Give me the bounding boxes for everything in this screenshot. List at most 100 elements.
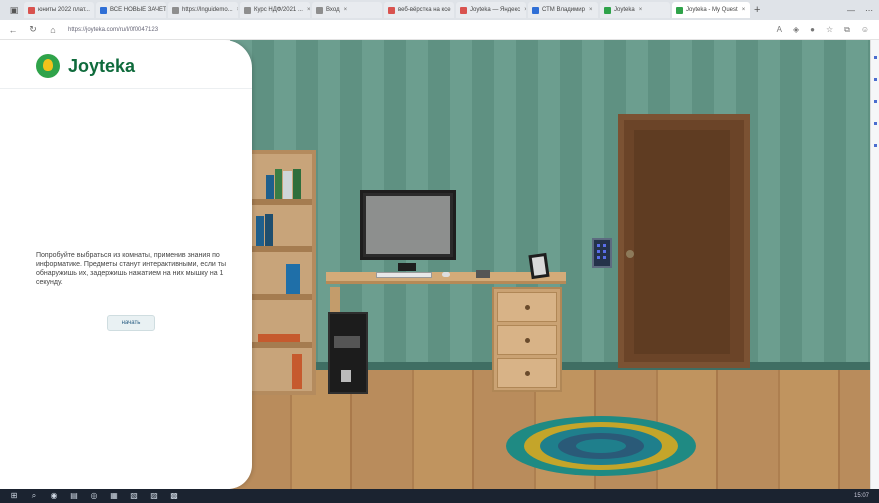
book	[266, 175, 274, 199]
record-icon[interactable]: ●	[810, 25, 815, 35]
side-icon[interactable]	[874, 144, 877, 147]
extension-icon[interactable]: ◈	[793, 25, 799, 35]
shelf	[252, 199, 312, 205]
bookshelf[interactable]	[248, 150, 316, 395]
pc-tower[interactable]	[328, 312, 368, 394]
side-icon[interactable]	[874, 56, 877, 59]
back-icon[interactable]: ←	[6, 25, 20, 35]
read-aloud-icon[interactable]: A	[777, 25, 782, 35]
book	[292, 354, 302, 389]
system-clock[interactable]: 15:07	[854, 493, 879, 499]
browser-tab[interactable]: Joyteka ×	[600, 2, 670, 18]
door-knob[interactable]	[626, 250, 634, 258]
side-icon[interactable]	[874, 78, 877, 81]
browser-tab[interactable]: Joyteka — Яндекс ×	[456, 2, 526, 18]
browser-tab[interactable]: ВСЕ НОВЫЕ ЗАЧЕТ...×	[96, 2, 166, 18]
book-group[interactable]	[292, 354, 304, 389]
side-icon[interactable]	[874, 122, 877, 125]
drawer-bottom[interactable]	[497, 358, 557, 388]
pc-power-button	[341, 370, 351, 382]
browser-tab[interactable]: Курс НДФ/2021 ... ×	[240, 2, 310, 18]
mouse[interactable]	[442, 272, 450, 277]
collections-icon[interactable]: ⧉	[844, 25, 850, 35]
browser-tab[interactable]: веб-вёрстка на ксе×	[384, 2, 454, 18]
door-keypad[interactable]	[592, 238, 612, 268]
browser-tab[interactable]: Вход ×	[312, 2, 382, 18]
app-icon[interactable]: ▩	[168, 491, 180, 501]
tab-close-icon[interactable]: ×	[237, 7, 238, 13]
new-tab-button[interactable]: +	[754, 4, 760, 16]
page: Joyteka Попробуйте выбраться из комнаты,…	[0, 40, 879, 489]
address-bar: ← ↻ ⌂ https://joyteka.com/ru/l/0f0047123…	[0, 20, 879, 40]
reload-icon[interactable]: ↻	[26, 24, 40, 35]
side-icon[interactable]	[874, 100, 877, 103]
drawer-middle[interactable]	[497, 325, 557, 355]
tab-close-icon[interactable]: ×	[307, 7, 310, 13]
drawer-knob	[525, 305, 530, 310]
monitor-screen	[366, 196, 450, 254]
tab-favicon-icon	[604, 6, 611, 14]
book-group[interactable]	[256, 214, 286, 246]
favorites-icon[interactable]: ☆	[826, 25, 833, 35]
lock-icon: ⌂	[50, 24, 56, 35]
browser-icon[interactable]: ◉	[48, 491, 60, 501]
tab-favicon-icon	[172, 6, 179, 14]
app-icon[interactable]: ▦	[108, 491, 120, 501]
keyboard[interactable]	[376, 272, 432, 278]
tab-favicon-icon	[244, 6, 251, 14]
monitor-stand	[398, 263, 416, 271]
app-icon[interactable]: ▧	[128, 491, 140, 501]
photo-frame[interactable]	[528, 252, 550, 280]
app-icon[interactable]: ▨	[148, 491, 160, 501]
tab-label: Курс НДФ/2021 ...	[254, 7, 303, 13]
tab-close-icon[interactable]: ×	[344, 7, 348, 13]
chrome-icon[interactable]: ◎	[88, 491, 100, 501]
escape-room-scene[interactable]	[230, 40, 870, 489]
rug[interactable]	[506, 416, 696, 476]
keypad-key	[603, 256, 606, 259]
drawer-top[interactable]	[497, 292, 557, 322]
book-group[interactable]	[258, 320, 302, 342]
book	[265, 214, 273, 246]
tab-close-icon[interactable]: ×	[742, 7, 746, 13]
tab-label: СТМ Владимир	[542, 7, 585, 13]
tab-favicon-icon	[28, 6, 35, 14]
tab-close-icon[interactable]: ×	[524, 7, 526, 13]
tab-label: Вход	[326, 7, 340, 13]
explorer-icon[interactable]: ▤	[68, 491, 80, 501]
window-controls: — ⋯	[847, 6, 879, 15]
browser-tab[interactable]: юниты 2022 плат...×	[24, 2, 94, 18]
monitor[interactable]	[360, 190, 456, 260]
book-group[interactable]	[266, 169, 306, 199]
book-group[interactable]	[286, 264, 302, 294]
book	[258, 334, 300, 342]
tab-close-icon[interactable]: ×	[589, 7, 593, 13]
door[interactable]	[618, 114, 750, 368]
more-icon[interactable]: ⋯	[865, 6, 873, 15]
browser-tab[interactable]: СТМ Владимир ×	[528, 2, 598, 18]
tab-favicon-icon	[460, 6, 467, 14]
browser-tab[interactable]: Joyteka - My Quest ×	[672, 2, 750, 18]
search-icon[interactable]: ⌕	[28, 491, 40, 501]
browser-tab[interactable]: https://lnguidemo... ×	[168, 2, 238, 18]
panel-divider	[0, 88, 252, 89]
window-menu-icon[interactable]: ▣	[6, 4, 22, 16]
tab-favicon-icon	[316, 6, 323, 14]
start-button[interactable]: начать	[107, 315, 155, 331]
logo-text: Joyteka	[68, 55, 136, 76]
browser-toolbar: A ◈ ● ☆ ⧉ ☺	[777, 25, 879, 35]
tab-close-icon[interactable]: ×	[639, 7, 643, 13]
url-field[interactable]: https://joyteka.com/ru/l/0f0047123	[68, 27, 158, 33]
pc-label	[334, 336, 360, 348]
tab-favicon-icon	[532, 6, 539, 14]
logo[interactable]: Joyteka	[36, 54, 135, 78]
tab-label: веб-вёрстка на ксе	[398, 7, 451, 13]
intro-text: Попробуйте выбраться из комнаты, примени…	[36, 252, 226, 286]
minimize-icon[interactable]: —	[847, 6, 855, 15]
tab-label: ВСЕ НОВЫЕ ЗАЧЕТ...	[110, 7, 166, 13]
photo	[531, 256, 547, 276]
start-icon[interactable]: ⊞	[8, 491, 20, 501]
book	[256, 216, 264, 246]
phone[interactable]	[476, 270, 490, 278]
profile-icon[interactable]: ☺	[861, 25, 869, 35]
